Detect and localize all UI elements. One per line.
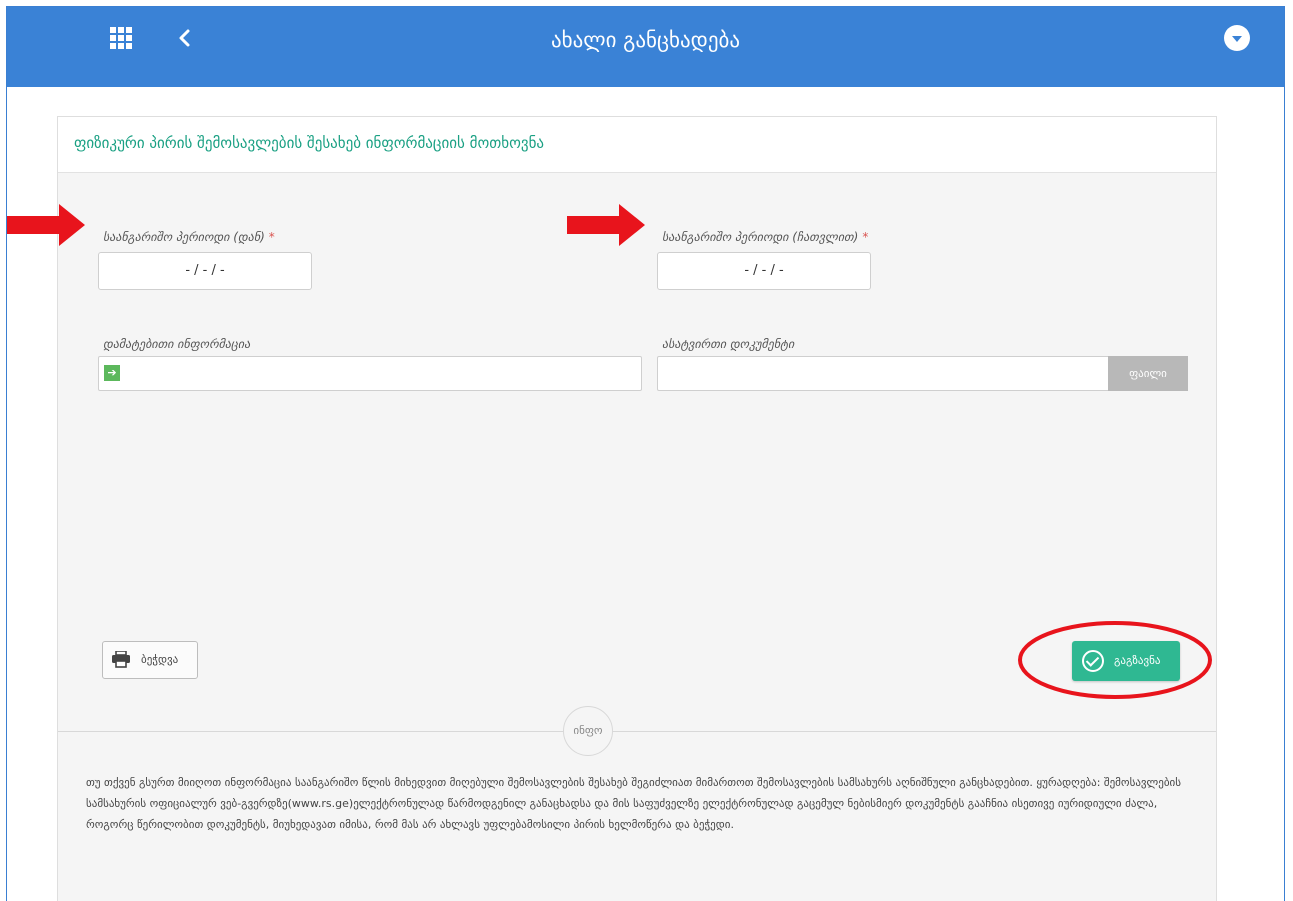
- required-mark: *: [268, 230, 275, 244]
- print-button-label: ბეჭდვა: [141, 653, 179, 666]
- top-bar: ახალი განცხადება: [7, 7, 1284, 87]
- expand-arrow-icon[interactable]: ➔: [104, 365, 120, 381]
- period-to-label: საანგარიშო პერიოდი (ჩათვლით) *: [662, 230, 869, 244]
- attachment-input[interactable]: ფაილი: [657, 356, 1188, 391]
- printer-icon: [112, 651, 130, 668]
- period-to-date-input[interactable]: - / - / -: [657, 252, 871, 290]
- annotation-ellipse: [1018, 621, 1212, 699]
- info-paragraph: თუ თქვენ გსურთ მიიღოთ ინფორმაცია საანგარ…: [86, 776, 1181, 831]
- annotation-arrow-icon: [567, 204, 645, 246]
- info-badge: ინფო: [563, 706, 613, 756]
- period-from-date-input[interactable]: - / - / -: [98, 252, 312, 290]
- file-browse-button[interactable]: ფაილი: [1108, 356, 1188, 391]
- attachment-label: ასატვირთი დოკუმენტი: [662, 337, 795, 351]
- required-mark: *: [862, 230, 869, 244]
- section-divider: [58, 731, 1216, 732]
- annotation-arrow-icon: [7, 204, 85, 246]
- user-menu-dropdown-icon[interactable]: [1224, 25, 1250, 51]
- additional-info-input[interactable]: ➔: [98, 356, 642, 391]
- print-button[interactable]: ბეჭდვა: [102, 641, 198, 679]
- form-title: ფიზიკური პირის შემოსავლების შესახებ ინფო…: [58, 117, 1216, 173]
- additional-info-label: დამატებითი ინფორმაცია: [103, 337, 251, 351]
- app-window: ახალი განცხადება ფიზიკური პირის შემოსავლ…: [6, 6, 1285, 901]
- period-from-label: საანგარიშო პერიოდი (დან) *: [103, 230, 275, 244]
- page-title: ახალი განცხადება: [550, 28, 741, 52]
